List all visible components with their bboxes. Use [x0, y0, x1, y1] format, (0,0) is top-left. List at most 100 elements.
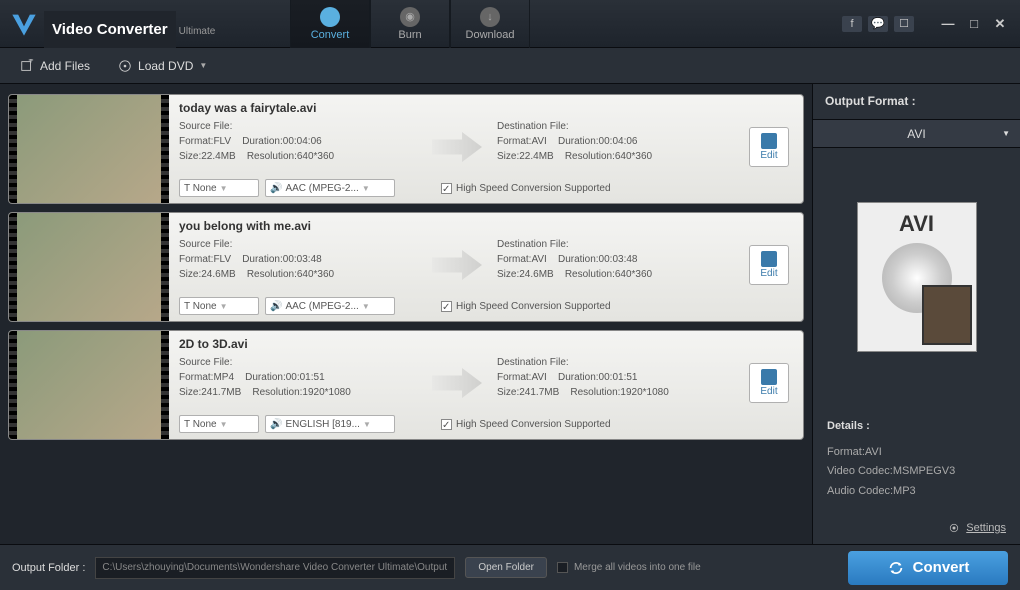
add-files-icon — [20, 59, 34, 73]
thumbnail[interactable] — [9, 331, 169, 439]
card-body: 2D to 3D.avi Source File: Format:MP4 Dur… — [169, 331, 803, 439]
edit-icon — [761, 133, 777, 149]
video-preview — [9, 331, 169, 439]
file-title: today was a fairytale.avi — [179, 101, 793, 115]
output-folder-input[interactable] — [95, 557, 455, 579]
film-strip-icon — [161, 95, 169, 203]
file-title: 2D to 3D.avi — [179, 337, 793, 351]
edit-button[interactable]: Edit — [749, 127, 789, 167]
open-folder-button[interactable]: Open Folder — [465, 557, 547, 578]
tab-convert-label: Convert — [311, 29, 350, 41]
speaker-icon: 🔊 — [270, 301, 282, 312]
film-strip-icon — [9, 95, 17, 203]
format-preview: AVI — [813, 148, 1020, 407]
file-card[interactable]: 2D to 3D.avi Source File: Format:MP4 Dur… — [8, 330, 804, 440]
high-speed-checkbox[interactable]: ✓High Speed Conversion Supported — [441, 183, 611, 194]
settings-link[interactable]: Settings — [813, 512, 1020, 544]
speaker-icon: 🔊 — [270, 183, 282, 194]
add-files-button[interactable]: Add Files — [12, 55, 98, 77]
audio-select[interactable]: 🔊ENGLISH [819...▼ — [265, 415, 395, 433]
output-format-select[interactable]: AVI ▼ — [813, 120, 1020, 148]
chevron-down-icon: ▼ — [220, 184, 230, 193]
video-preview — [9, 95, 169, 203]
arrow-icon — [427, 355, 487, 411]
audio-select[interactable]: 🔊AAC (MPEG-2...▼ — [265, 297, 395, 315]
format-preview-box: AVI — [857, 202, 977, 352]
source-info: Source File: Format:MP4 Duration:00:01:5… — [179, 355, 417, 411]
dvd-icon — [118, 59, 132, 73]
speaker-icon: 🔊 — [270, 419, 282, 430]
merge-checkbox[interactable]: Merge all videos into one file — [557, 562, 701, 573]
chevron-down-icon: ▼ — [363, 420, 373, 429]
card-body: today was a fairytale.avi Source File: F… — [169, 95, 803, 203]
convert-button[interactable]: Convert — [848, 551, 1008, 585]
format-preview-text: AVI — [899, 211, 934, 237]
maximize-button[interactable]: □ — [964, 16, 984, 32]
file-title: you belong with me.avi — [179, 219, 793, 233]
titlebar: Wondershare Video Converter Ultimate ⟳ C… — [0, 0, 1020, 48]
merge-label: Merge all videos into one file — [574, 562, 701, 573]
output-folder-label: Output Folder : — [12, 562, 85, 574]
output-format-label: Output Format : — [813, 84, 1020, 120]
tab-convert[interactable]: ⟳ Convert — [290, 0, 370, 48]
audio-select[interactable]: 🔊AAC (MPEG-2...▼ — [265, 179, 395, 197]
load-dvd-label: Load DVD — [138, 59, 193, 73]
source-info: Source File: Format:FLV Duration:00:03:4… — [179, 237, 417, 293]
film-strip-icon — [9, 331, 17, 439]
file-card[interactable]: you belong with me.avi Source File: Form… — [8, 212, 804, 322]
toolbar: Add Files Load DVD ▼ — [0, 48, 1020, 84]
film-icon — [922, 285, 972, 345]
chevron-down-icon: ▼ — [220, 302, 230, 311]
logo-icon — [10, 10, 38, 38]
arrow-icon — [427, 237, 487, 293]
subtitle-select[interactable]: T None▼ — [179, 415, 259, 433]
edit-icon — [761, 369, 777, 385]
facebook-icon[interactable]: f — [842, 16, 862, 32]
edit-button[interactable]: Edit — [749, 363, 789, 403]
file-card[interactable]: today was a fairytale.avi Source File: F… — [8, 94, 804, 204]
settings-label: Settings — [966, 522, 1006, 534]
footer: Output Folder : Open Folder Merge all vi… — [0, 544, 1020, 590]
film-strip-icon — [9, 213, 17, 321]
checkbox-icon: ✓ — [441, 419, 452, 430]
window-controls: f 💬 ☐ — □ ✕ — [842, 16, 1010, 32]
brand-product: Video Converter — [44, 11, 176, 48]
details-label: Details : — [827, 417, 1006, 437]
detail-vcodec: Video Codec:MSMPEGV3 — [827, 462, 1006, 482]
edit-icon — [761, 251, 777, 267]
chevron-down-icon: ▼ — [362, 302, 372, 311]
minimize-button[interactable]: — — [938, 16, 958, 32]
message-icon[interactable]: 💬 — [868, 16, 888, 32]
detail-format: Format:AVI — [827, 443, 1006, 463]
tab-download[interactable]: ↓ Download — [450, 0, 530, 48]
add-files-label: Add Files — [40, 59, 90, 73]
close-button[interactable]: ✕ — [990, 16, 1010, 32]
logo-area: Wondershare Video Converter Ultimate — [10, 10, 290, 38]
chevron-down-icon: ▼ — [199, 61, 209, 70]
tab-burn-label: Burn — [398, 29, 421, 41]
subtitle-select[interactable]: T None▼ — [179, 297, 259, 315]
destination-info: Destination File: Format:AVI Duration:00… — [497, 119, 735, 175]
brand-text: Wondershare Video Converter Ultimate — [44, 11, 215, 37]
source-info: Source File: Format:FLV Duration:00:04:0… — [179, 119, 417, 175]
film-strip-icon — [161, 331, 169, 439]
convert-label: Convert — [913, 559, 970, 576]
edit-button[interactable]: Edit — [749, 245, 789, 285]
high-speed-checkbox[interactable]: ✓High Speed Conversion Supported — [441, 301, 611, 312]
destination-info: Destination File: Format:AVI Duration:00… — [497, 237, 735, 293]
subtitle-select[interactable]: T None▼ — [179, 179, 259, 197]
tab-burn[interactable]: ◉ Burn — [370, 0, 450, 48]
gear-icon — [948, 522, 960, 534]
file-list: today was a fairytale.avi Source File: F… — [0, 84, 812, 544]
convert-icon — [887, 559, 905, 577]
thumbnail[interactable] — [9, 95, 169, 203]
checkbox-icon — [557, 562, 568, 573]
load-dvd-button[interactable]: Load DVD ▼ — [110, 55, 217, 77]
feedback-icon[interactable]: ☐ — [894, 16, 914, 32]
convert-icon: ⟳ — [320, 7, 340, 27]
thumbnail[interactable] — [9, 213, 169, 321]
arrow-icon — [427, 119, 487, 175]
video-preview — [9, 213, 169, 321]
high-speed-checkbox[interactable]: ✓High Speed Conversion Supported — [441, 419, 611, 430]
burn-icon: ◉ — [400, 7, 420, 27]
